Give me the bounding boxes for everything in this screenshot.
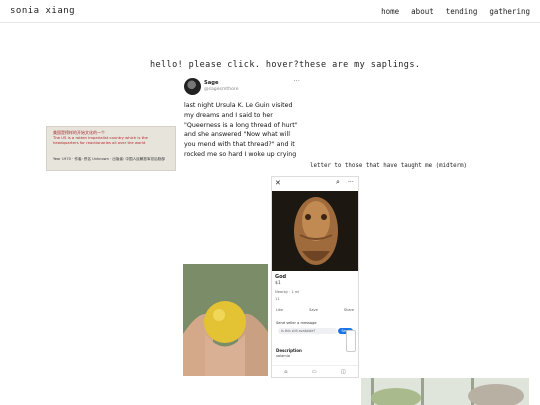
description-label: Description [276,348,302,353]
nav-tending[interactable]: tending [446,7,478,16]
marketplace-icon: ◫ [341,368,346,375]
phone-header: ✕ ⌕ ··· [272,177,358,192]
phone-bottom-bar: ⌂ ▭ ◫ [272,365,358,377]
close-icon: ✕ [275,179,281,187]
tweet-author-name: Sage [204,80,219,86]
like-button[interactable]: Like [276,308,283,312]
more-icon: ··· [293,77,300,85]
send-message-label: Send seller a message [276,321,317,325]
share-button[interactable]: Share [344,308,354,312]
top-bar: sonia xiang home about tending gathering [0,0,540,23]
tweet-avatar [184,78,201,95]
message-input[interactable]: Is this still available? [278,328,337,334]
listing-actions: Like Save Share [276,308,354,312]
nav-about[interactable]: about [411,7,434,16]
tweet-card[interactable]: Sage @sagesmthore ··· last night Ursula … [182,77,300,173]
salamander-photo [272,191,358,271]
intro-headline: hello! please click. hover?these are my … [150,60,421,70]
site-title[interactable]: sonia xiang [10,6,75,16]
propaganda-sign-photo[interactable]: 美国是榜样的开始文化的一个 The US is a rotten imperia… [46,126,176,171]
floating-widget [346,330,356,352]
video-icon: ▭ [311,368,317,375]
save-button[interactable]: Save [309,308,318,312]
search-icon: ⌕ [336,178,340,186]
tweet-text: last night Ursula K. Le Guin visited my … [184,102,298,158]
sign-caption: Year 1970 · 作者: 佚名 Unknown · 出版者: 中国人民解放… [53,157,165,161]
listing-price: $1 [275,281,281,286]
hands-holding-fruit-photo[interactable] [183,264,268,376]
listing-title: God [275,274,287,280]
reaction-count: 11 [275,297,280,301]
listing-location: Nearby · 1 mi [275,290,300,294]
nav-gathering[interactable]: gathering [489,7,530,16]
main-nav: home about tending gathering [381,7,530,16]
nav-home[interactable]: home [381,7,399,16]
description-text: salamia [276,354,290,358]
more-icon: ··· [348,179,354,186]
sign-english-text: The US is a rotten imperialist country w… [53,135,148,145]
home-icon: ⌂ [284,368,288,375]
tweet-author-handle: @sagesmthore [204,87,239,92]
letter-link[interactable]: letter to those that have taught me (mid… [310,163,467,169]
greenhouse-photo[interactable] [361,378,529,405]
